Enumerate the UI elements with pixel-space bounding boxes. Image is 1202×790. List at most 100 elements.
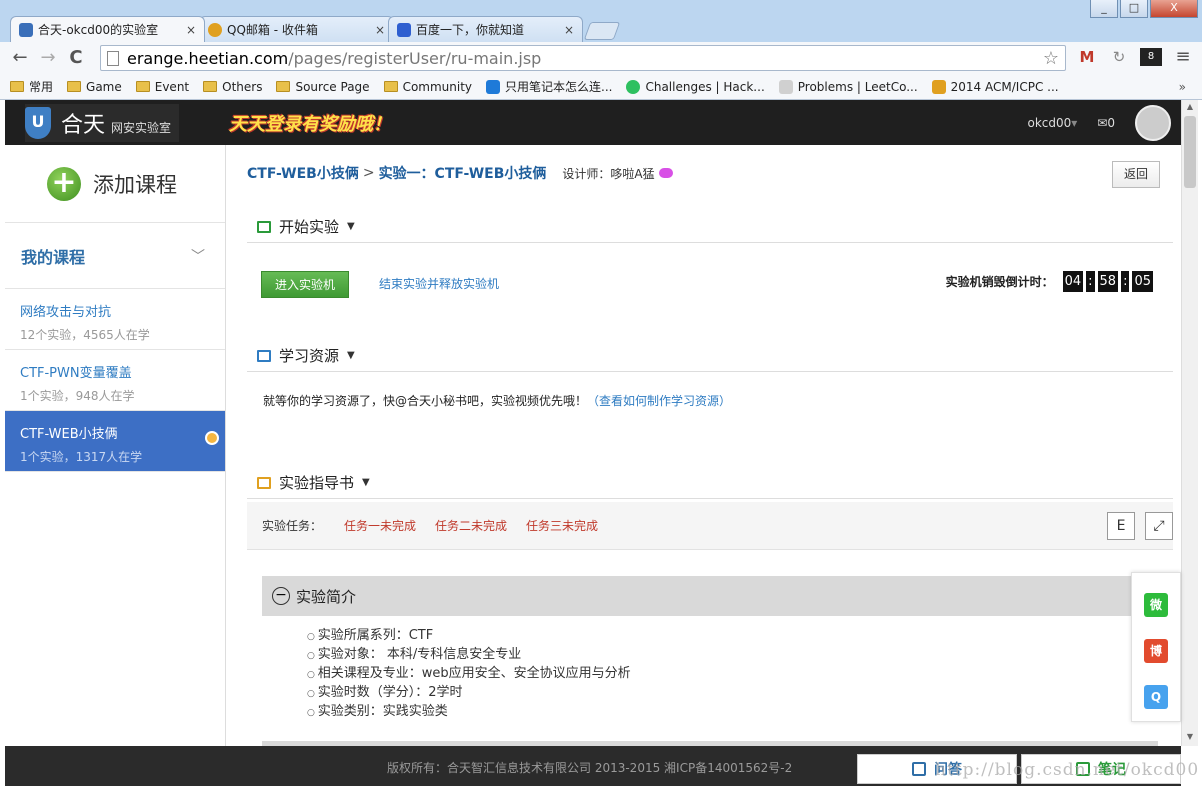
chat-bubble-icon[interactable] (658, 168, 673, 178)
task-label: 实验任务： (262, 519, 323, 533)
breadcrumb-course-link[interactable]: CTF-WEB小技俩 (247, 163, 359, 183)
course-item-active[interactable]: CTF-WEB小技俩 1个实验，1317人在学 (5, 411, 225, 472)
mail-counter[interactable]: ✉0 (1097, 116, 1115, 130)
wechat-icon[interactable]: 微 (1144, 593, 1168, 617)
caret-down-icon: ▼ (362, 477, 370, 488)
tab-close-icon[interactable]: × (186, 23, 196, 37)
folder-icon (276, 81, 291, 92)
scroll-down-arrow-icon[interactable]: ▼ (1184, 732, 1196, 744)
bookmark-label: 常用 (29, 80, 54, 94)
forward-button[interactable]: → (36, 46, 60, 70)
bookmark-label: Others (222, 79, 263, 94)
hackerrank-favicon-icon (626, 79, 641, 94)
minimize-button[interactable]: _ (1090, 0, 1118, 18)
weibo-icon[interactable]: 博 (1144, 639, 1168, 663)
fullscreen-icon[interactable]: ⤢ (1145, 512, 1173, 540)
bookmark-folder[interactable]: Event (135, 79, 190, 94)
breadcrumb-lab-link[interactable]: 实验一：CTF-WEB小技俩 (379, 163, 547, 183)
url-path: /pages/registerUser/ru-main.jsp (288, 48, 542, 68)
shield-logo-icon: U (25, 106, 51, 139)
tab-close-icon[interactable]: × (564, 23, 574, 37)
tab-qqmail[interactable]: QQ邮箱 - 收件箱 × (199, 16, 394, 42)
question-icon (912, 762, 926, 776)
bookmarks-overflow-icon[interactable]: » (1179, 80, 1186, 94)
close-window-button[interactable]: X (1150, 0, 1198, 18)
user-menu[interactable]: okcd00▾ (1027, 116, 1077, 130)
maximize-button[interactable]: □ (1120, 0, 1148, 18)
back-button[interactable]: 返回 (1112, 161, 1160, 188)
bookmark-folder[interactable]: Game (67, 80, 122, 94)
gmail-icon[interactable]: M (1076, 48, 1098, 66)
list-item: 实验对象： 本科/专科信息安全专业 (307, 646, 631, 665)
reload-button[interactable]: C (64, 46, 88, 70)
heetian-favicon-icon (19, 22, 33, 37)
username: okcd00 (1027, 115, 1072, 130)
scroll-thumb[interactable] (1184, 116, 1196, 188)
bookmark-link[interactable]: Problems | LeetCo... (778, 79, 918, 94)
tab-title: 合天-okcd00的实验室 (38, 23, 159, 37)
bookmark-link[interactable]: 2014 ACM/ICPC ... (931, 79, 1059, 94)
end-lab-link[interactable]: 结束实验并释放实验机 (379, 275, 499, 292)
guide-section-header[interactable]: 实验指导书 ▼ (247, 467, 1173, 499)
extension-buttons: M ↻ 8 ≡ (1076, 46, 1194, 67)
countdown-separator: : (1086, 271, 1095, 292)
scroll-up-arrow-icon[interactable]: ▲ (1184, 102, 1196, 114)
promo-banner[interactable]: 天天登录有奖励哦！ (229, 110, 391, 136)
address-bar[interactable]: erange.heetian.com/pages/registerUser/ru… (100, 45, 1066, 71)
baidu-favicon-icon (397, 22, 411, 37)
tab-title: QQ邮箱 - 收件箱 (227, 23, 318, 37)
countdown-seconds: 05 (1132, 271, 1153, 292)
my-courses-header[interactable]: 我的课程 ﹀ (5, 223, 225, 289)
intro-header[interactable]: − 实验简介 (262, 576, 1158, 616)
bookmark-folder[interactable]: Community (383, 80, 472, 94)
tab-baidu[interactable]: 百度一下，你就知道 × (388, 16, 583, 42)
resources-section-header[interactable]: 学习资源 ▼ (247, 340, 1173, 372)
countdown-separator: : (1121, 271, 1130, 292)
url-domain: erange.heetian.com (127, 48, 289, 68)
page-scrollbar[interactable]: ▲ ▼ (1181, 100, 1198, 746)
bookmark-link[interactable]: 只用笔记本怎么连... (486, 78, 612, 95)
toc-icon[interactable]: E (1107, 512, 1135, 540)
site-header: U 合天 网安实验室 天天登录有奖励哦！ okcd00▾ ✉0 (5, 100, 1181, 145)
extension-icon[interactable]: ↻ (1108, 48, 1130, 66)
avatar[interactable] (1135, 104, 1171, 141)
bookmark-folder[interactable]: 常用 (10, 78, 53, 95)
course-item[interactable]: CTF-PWN变量覆盖 1个实验，948人在学 (5, 350, 225, 411)
tab-close-icon[interactable]: × (375, 23, 385, 37)
bookmark-link[interactable]: Challenges | Hack... (626, 79, 765, 94)
course-item[interactable]: 网络攻击与对抗 12个实验，4565人在学 (5, 289, 225, 350)
folder-icon (10, 81, 24, 92)
bookmark-folder[interactable]: Others (203, 80, 262, 94)
site-logo[interactable]: U 合天 网安实验室 (25, 103, 180, 142)
enter-vm-button[interactable]: 进入实验机 (261, 271, 349, 298)
menu-icon[interactable]: ≡ (1172, 46, 1194, 67)
qq-icon[interactable]: Q (1144, 685, 1168, 709)
breadcrumb-separator: > (362, 165, 375, 181)
notification-icon[interactable]: 8 (1140, 47, 1162, 66)
add-course-button[interactable]: + 添加课程 (5, 145, 225, 223)
folder-icon (135, 81, 150, 92)
bookmark-label: Event (154, 79, 190, 94)
start-lab-section-header[interactable]: 开始实验 ▼ (247, 211, 1173, 243)
bookmark-folder[interactable]: Source Page (276, 79, 370, 94)
back-button[interactable]: ← (8, 46, 32, 70)
tab-strip: 合天-okcd00的实验室 × QQ邮箱 - 收件箱 × 百度一下，你就知道 × (10, 16, 621, 42)
how-to-resources-link[interactable]: （查看如何制作学习资源） (587, 394, 731, 408)
task-bar: 实验任务： 任务一未完成 任务二未完成 任务三未完成 E ⤢ (247, 502, 1173, 550)
bookmark-label: Source Page (295, 79, 370, 94)
browser-toolbar: ← → C erange.heetian.com/pages/registerU… (0, 42, 1202, 74)
clock-icon (205, 431, 219, 445)
bookmark-star-icon[interactable]: ☆ (1043, 48, 1059, 69)
task-2-link[interactable]: 任务二未完成 (435, 517, 507, 534)
task-3-link[interactable]: 任务三未完成 (526, 517, 598, 534)
course-meta: 1个实验，1317人在学 (20, 450, 143, 464)
caret-down-icon: ▼ (347, 221, 355, 232)
breadcrumb: CTF-WEB小技俩 > 实验一：CTF-WEB小技俩 设计师：哆啦A猛 (247, 163, 673, 183)
plus-icon: + (47, 166, 81, 201)
tab-heetian[interactable]: 合天-okcd00的实验室 × (10, 16, 205, 42)
task-1-link[interactable]: 任务一未完成 (344, 517, 416, 534)
browser-chrome: _ □ X 合天-okcd00的实验室 × QQ邮箱 - 收件箱 × 百度一下，… (0, 0, 1202, 100)
new-tab-button[interactable] (583, 22, 621, 40)
intro-title: 实验简介 (296, 587, 357, 606)
chevron-down-icon: ﹀ (191, 248, 205, 265)
